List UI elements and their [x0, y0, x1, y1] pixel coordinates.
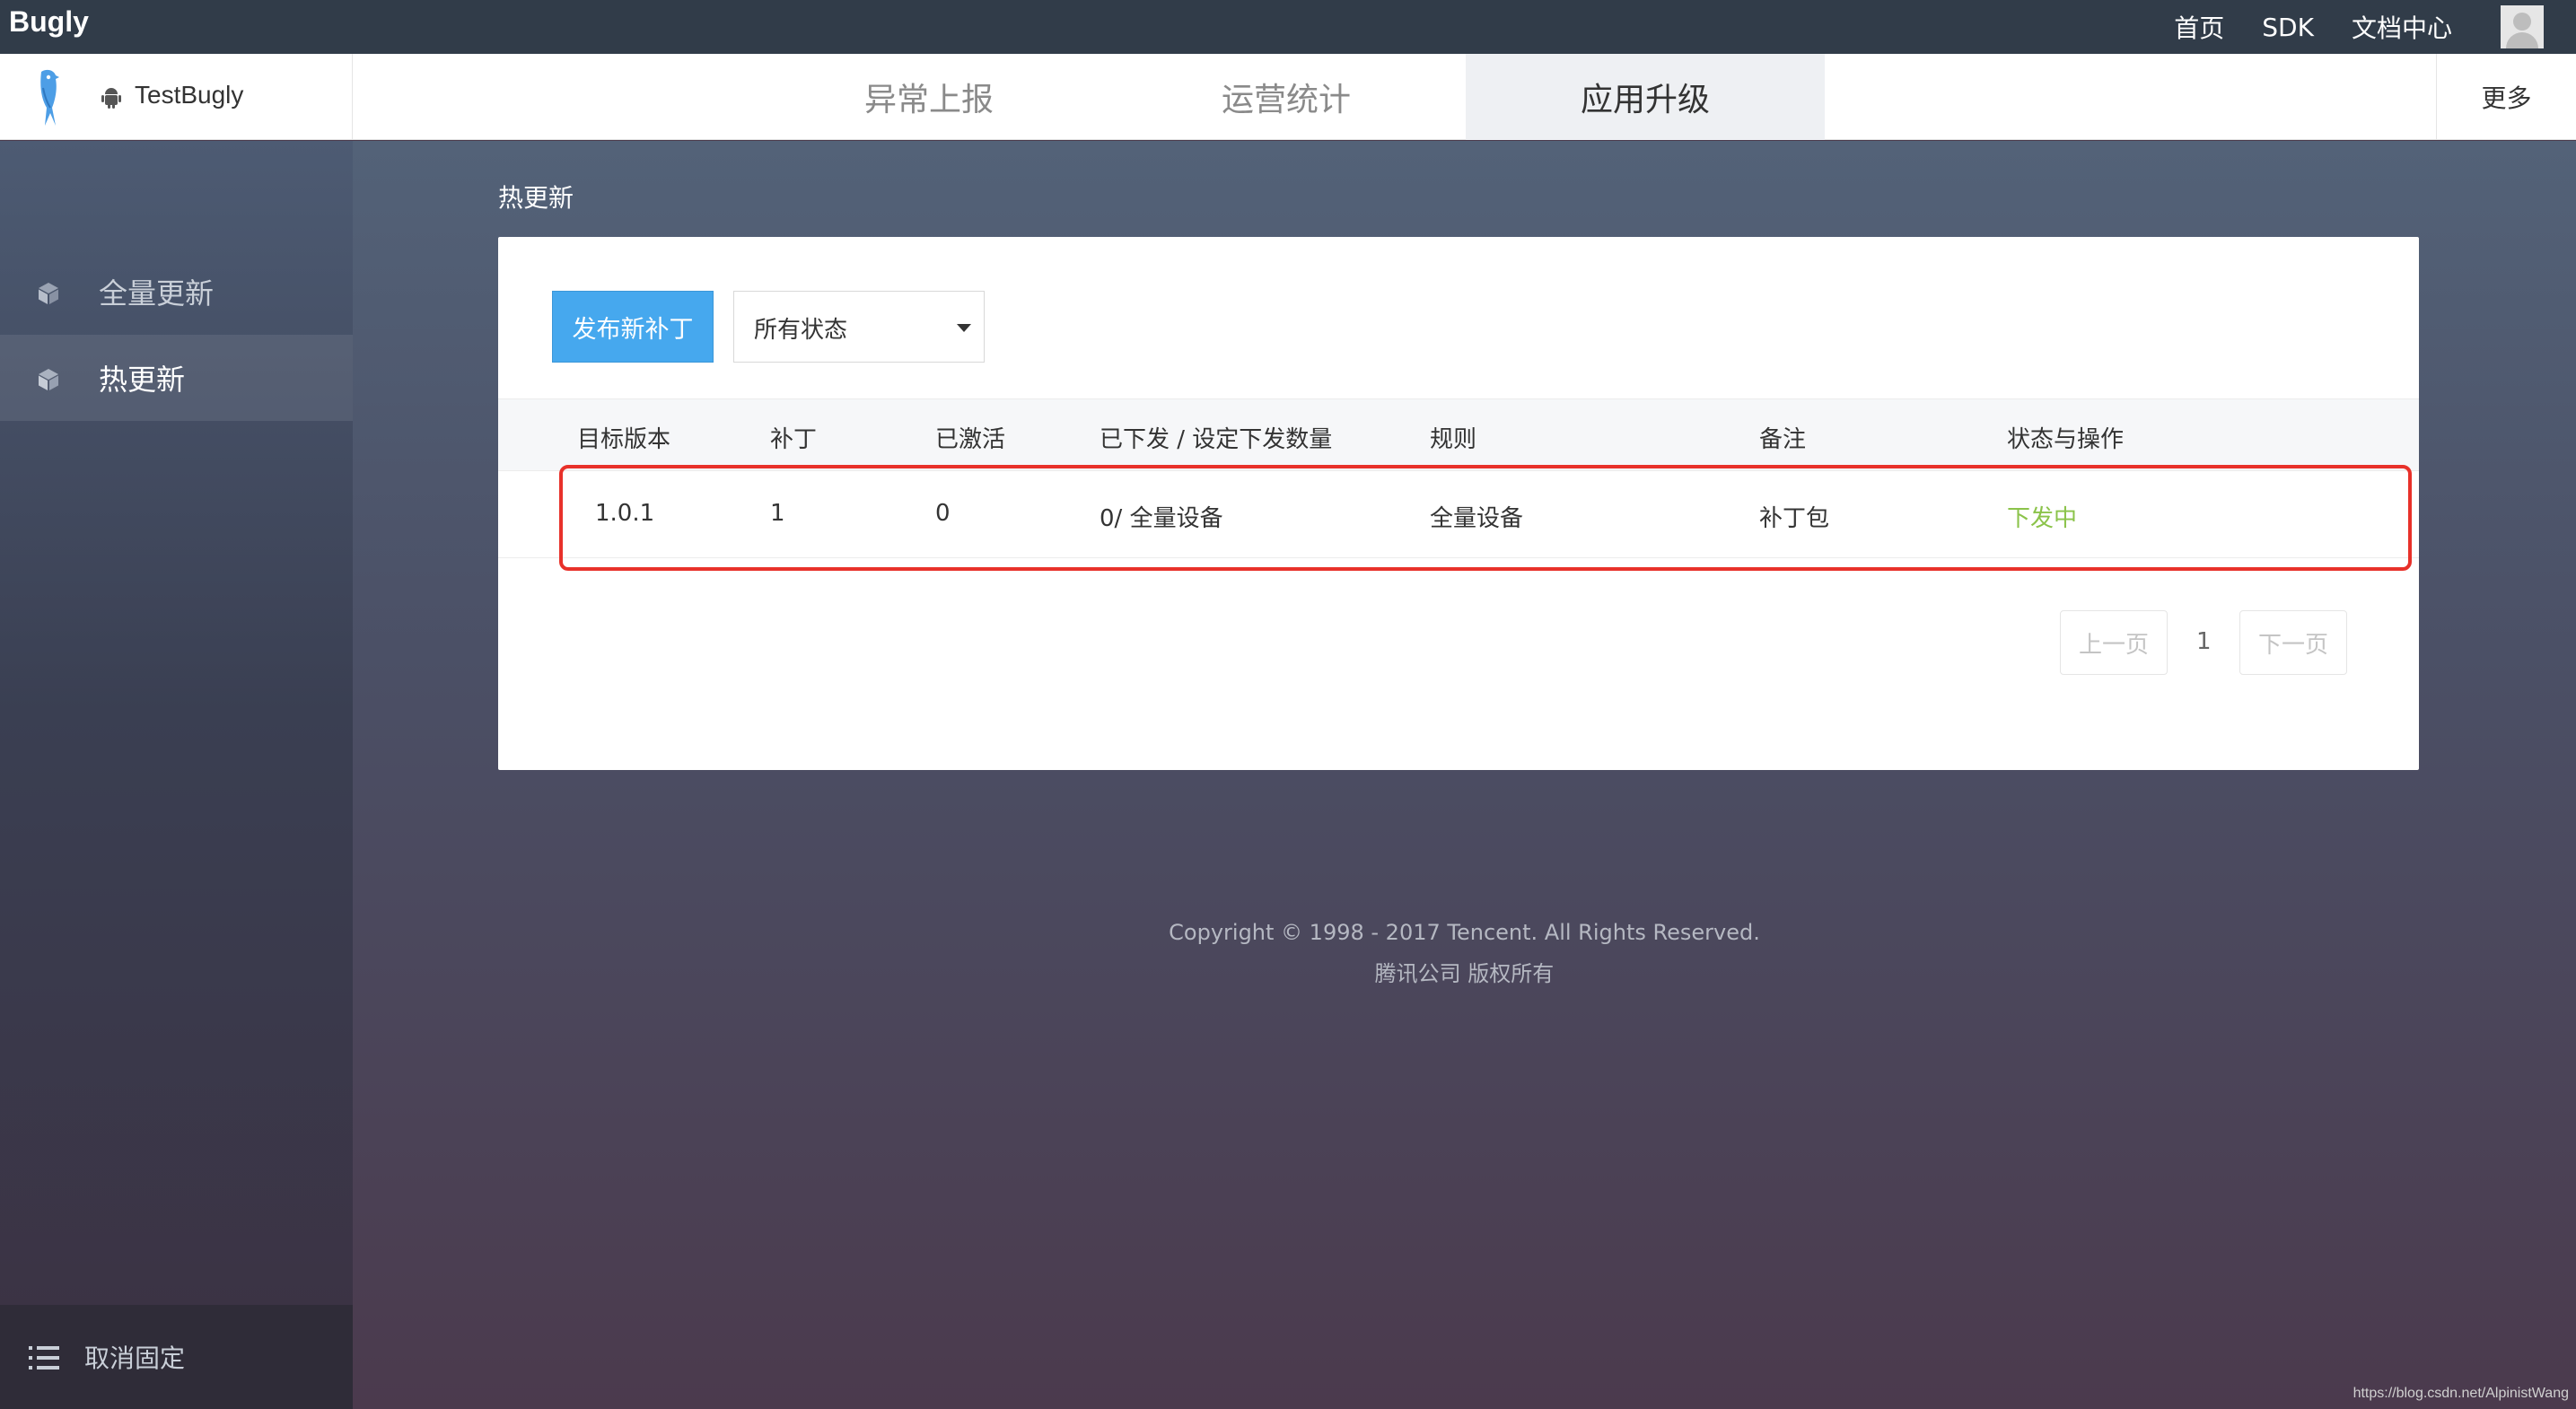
- status-filter-select[interactable]: 所有状态: [733, 291, 985, 363]
- unpin-label: 取消固定: [84, 1343, 186, 1373]
- cell-note: 补丁包: [1759, 505, 1830, 532]
- footer-company: 腾讯公司 版权所有: [1374, 961, 1555, 986]
- status-filter-value: 所有状态: [754, 317, 848, 344]
- watermark-text: https://blog.csdn.net/AlpinistWang: [2353, 1386, 2569, 1401]
- tab-crash-report[interactable]: 异常上报: [749, 54, 1108, 140]
- bugly-bird-icon: [40, 69, 59, 126]
- table-header: 目标版本 补丁 已激活 已下发 / 设定下发数量 规则 备注 状态与操作: [498, 398, 2419, 470]
- list-icon: [29, 1346, 59, 1370]
- app-switcher[interactable]: TestBugly: [0, 54, 353, 140]
- sidebar: 全量更新 热更新 取消固定: [0, 141, 353, 1409]
- more-menu[interactable]: 更多: [2436, 54, 2576, 140]
- column-header: 已激活: [935, 426, 1006, 453]
- column-header: 补丁: [770, 426, 818, 453]
- avatar-body-icon: [2506, 32, 2538, 48]
- cell-patch: 1: [770, 500, 785, 527]
- next-page-button[interactable]: 下一页: [2239, 610, 2347, 675]
- top-navbar: Bugly 首页 SDK 文档中心: [0, 0, 2576, 54]
- nav-docs-link[interactable]: 文档中心: [2352, 9, 2452, 45]
- tab-app-upgrade[interactable]: 应用升级: [1466, 54, 1825, 140]
- cube-icon: [39, 283, 58, 304]
- sidebar-item-full-update[interactable]: 全量更新: [0, 249, 353, 335]
- cell-rule: 全量设备: [1430, 505, 1524, 532]
- top-nav: 首页 SDK 文档中心: [2174, 0, 2576, 54]
- hot-update-panel: 发布新补丁 所有状态 目标版本 补丁 已激活 已下发 / 设定下发数量 规则 备…: [498, 237, 2419, 770]
- column-header: 备注: [1759, 426, 1807, 453]
- column-header: 目标版本: [577, 426, 671, 453]
- publish-patch-button[interactable]: 发布新补丁: [552, 291, 714, 363]
- table-row[interactable]: 1.0.1 1 0 0/ 全量设备 全量设备 补丁包 下发中: [498, 470, 2419, 558]
- user-avatar[interactable]: [2501, 5, 2544, 48]
- chevron-down-icon: [957, 324, 971, 332]
- main-content: 热更新 发布新补丁 所有状态 目标版本 补丁 已激活 已下发 / 设定下发数量 …: [353, 141, 2576, 1409]
- footer-copyright: Copyright © 1998 - 2017 Tencent. All Rig…: [1169, 920, 1760, 945]
- cell-activated: 0: [935, 500, 951, 527]
- nav-sdk-link[interactable]: SDK: [2262, 13, 2314, 42]
- column-header: 状态与操作: [2007, 426, 2125, 453]
- cell-issued: 0/ 全量设备: [1100, 505, 1223, 532]
- sidebar-item-label: 热更新: [99, 363, 186, 397]
- tab-operation-stats[interactable]: 运营统计: [1107, 54, 1466, 140]
- sidebar-item-hot-update[interactable]: 热更新: [0, 335, 353, 421]
- sidebar-item-label: 全量更新: [99, 276, 215, 311]
- brand-logo-text[interactable]: Bugly: [9, 5, 89, 39]
- prev-page-button[interactable]: 上一页: [2060, 610, 2168, 675]
- nav-home-link[interactable]: 首页: [2174, 9, 2224, 45]
- page-title: 热更新: [498, 183, 574, 213]
- current-page-number[interactable]: 1: [2196, 628, 2212, 655]
- column-header: 已下发 / 设定下发数量: [1100, 426, 1333, 453]
- android-icon: [101, 88, 121, 109]
- app-name: TestBugly: [135, 81, 244, 109]
- app-header: TestBugly 异常上报 运营统计 应用升级 更多: [0, 54, 2576, 140]
- unpin-sidebar-button[interactable]: 取消固定: [0, 1305, 353, 1409]
- column-header: 规则: [1430, 426, 1477, 453]
- cell-status-link[interactable]: 下发中: [2007, 500, 2077, 533]
- avatar-head-icon: [2513, 13, 2531, 31]
- cube-icon: [39, 369, 58, 390]
- cell-target-version: 1.0.1: [595, 500, 655, 527]
